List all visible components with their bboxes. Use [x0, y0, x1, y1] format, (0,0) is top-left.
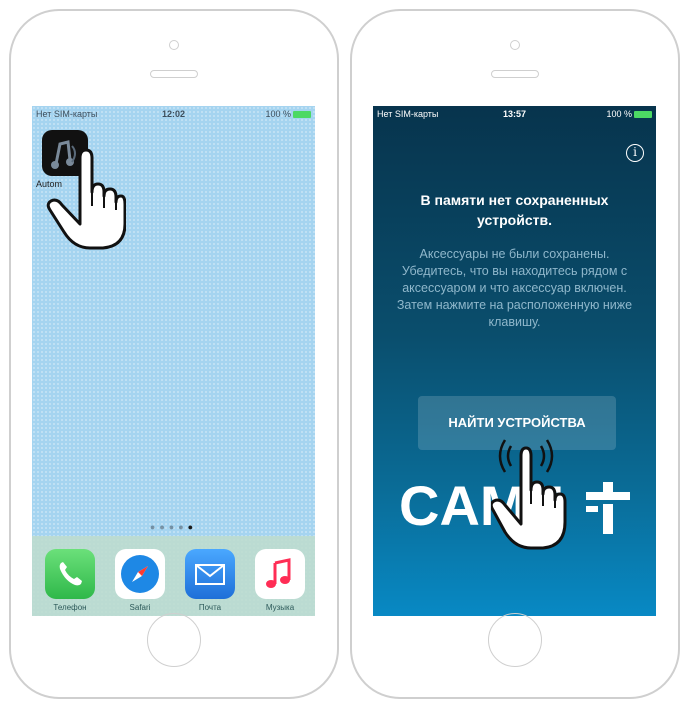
app-screen: Нет SIM-карты 13:57 100 % i В памяти нет…: [373, 106, 656, 616]
dock-app-mail[interactable]: Почта: [182, 549, 238, 612]
tap-hand-icon: [46, 148, 126, 250]
dock-label-safari: Safari: [129, 603, 151, 612]
battery-percent: 100 %: [606, 109, 632, 119]
dock-app-music[interactable]: Музыка: [252, 549, 308, 612]
dock: Телефон Safari Почта Музыка: [32, 536, 315, 616]
status-bar: Нет SIM-карты 13:57 100 %: [373, 106, 656, 122]
dock-label-music: Музыка: [265, 603, 295, 612]
speaker-grille: [150, 70, 198, 78]
page-dot: ●: [149, 522, 160, 532]
phone-icon: [45, 549, 95, 599]
front-camera: [169, 40, 179, 50]
page-dot: ●: [168, 522, 179, 532]
page-dot-active: ●: [187, 522, 198, 532]
dock-label-phone: Телефон: [53, 603, 87, 612]
empty-state-heading: В памяти нет сохраненных устройств.: [420, 192, 609, 228]
home-screen: Нет SIM-карты 12:02 100 % Autom ●●●●● Те…: [32, 106, 315, 616]
home-button[interactable]: [488, 613, 542, 667]
empty-state-message: Аксессуары не были сохранены. Убедитесь,…: [396, 247, 633, 329]
envelope-icon: [185, 549, 235, 599]
phone-frame-right: Нет SIM-карты 13:57 100 % i В памяти нет…: [350, 9, 680, 699]
music-note-icon: [255, 549, 305, 599]
battery-icon: [634, 111, 652, 118]
dock-label-mail: Почта: [198, 603, 222, 612]
page-dot: ●: [178, 522, 188, 532]
compass-icon: [115, 549, 165, 599]
came-t-mark-icon: [586, 482, 630, 534]
status-bar: Нет SIM-карты 12:02 100 %: [32, 106, 315, 122]
page-indicator[interactable]: ●●●●●: [32, 522, 315, 532]
home-button[interactable]: [147, 613, 201, 667]
speaker-grille: [491, 70, 539, 78]
page-dot: ●: [159, 522, 169, 532]
battery-icon: [293, 111, 311, 118]
info-icon[interactable]: i: [626, 144, 644, 162]
phone-frame-left: Нет SIM-карты 12:02 100 % Autom ●●●●● Те…: [9, 9, 339, 699]
battery-percent: 100 %: [265, 109, 291, 119]
front-camera: [510, 40, 520, 50]
dock-app-phone[interactable]: Телефон: [42, 549, 98, 612]
dock-app-safari[interactable]: Safari: [112, 549, 168, 612]
battery-indicator: 100 %: [265, 109, 311, 119]
battery-indicator: 100 %: [606, 109, 652, 119]
tap-hand-icon: [491, 439, 567, 550]
